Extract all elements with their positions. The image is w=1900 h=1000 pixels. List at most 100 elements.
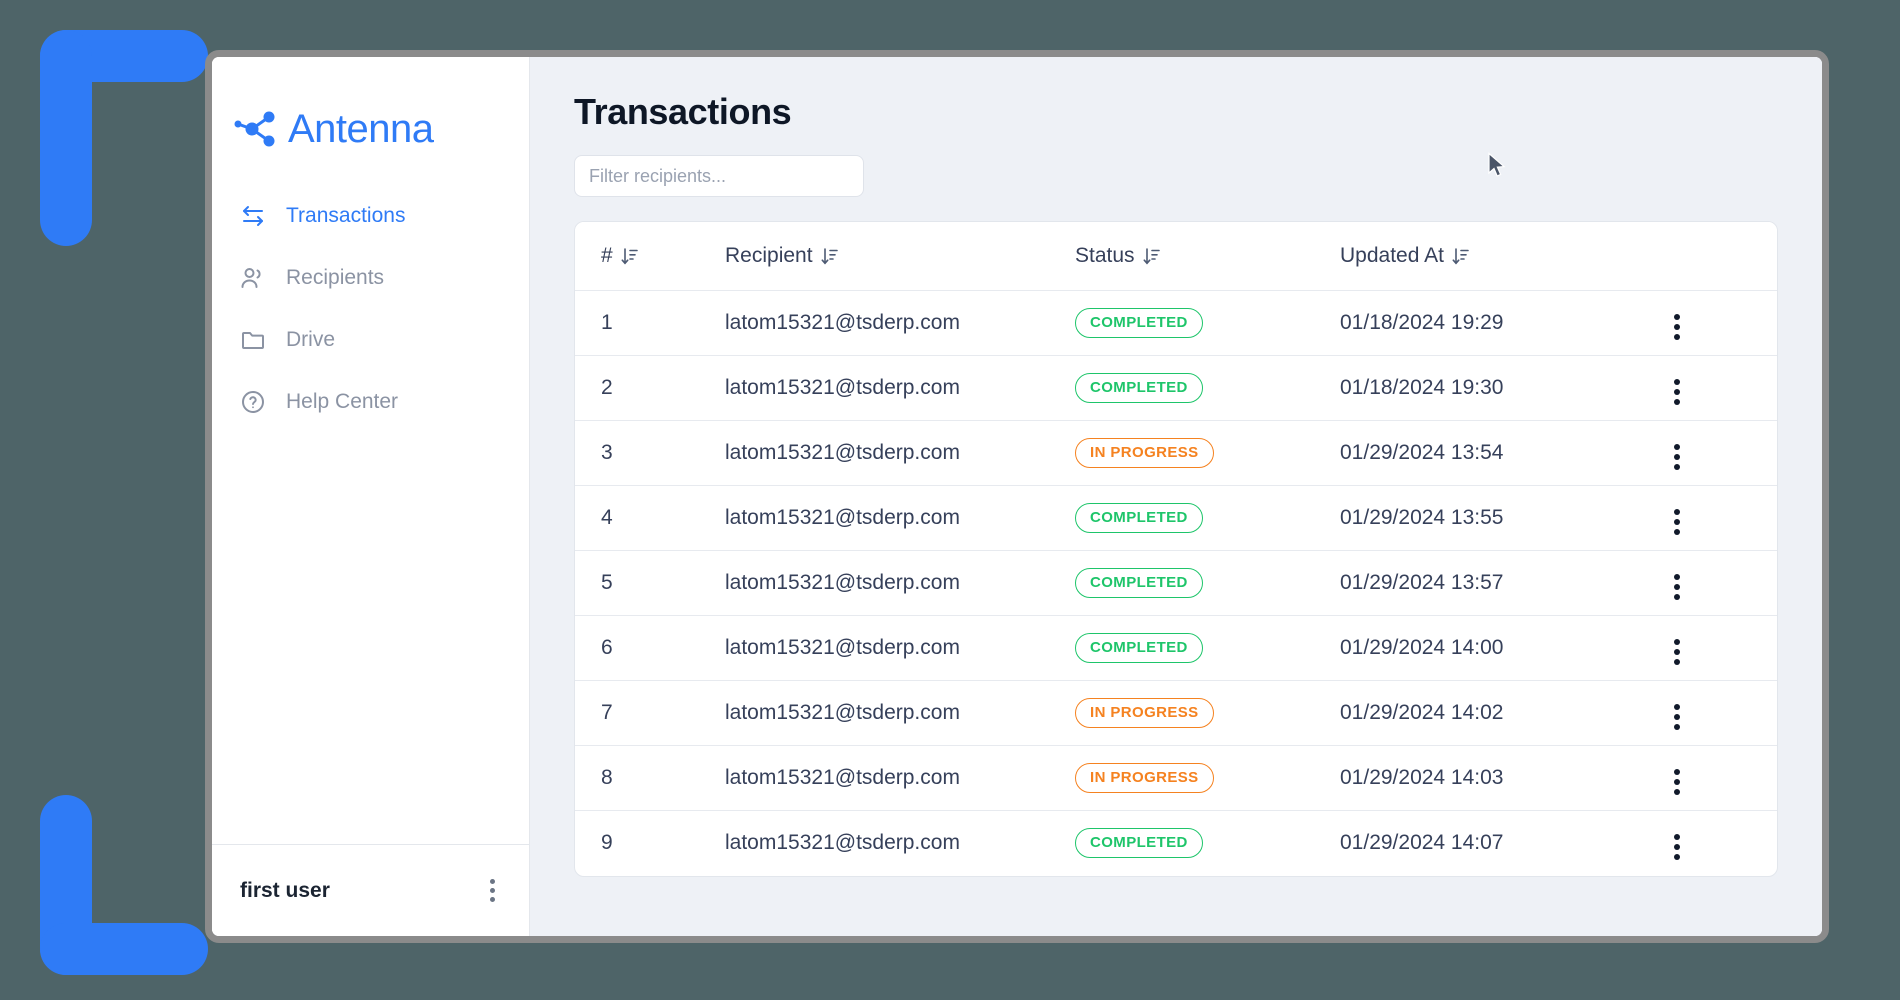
column-header-number[interactable]: # [575, 222, 725, 291]
table-body: 1 latom15321@tsderp.com COMPLETED 01/18/202… [575, 290, 1777, 876]
row-menu-kebab-icon[interactable] [1670, 440, 1684, 474]
sidebar-item-label: Recipients [286, 266, 385, 289]
user-menu-kebab-icon[interactable] [486, 875, 499, 906]
table-row[interactable]: 5 latom15321@tsderp.com COMPLETED 01/29/202… [575, 550, 1777, 616]
status-badge: IN PROGRESS [1075, 438, 1214, 468]
sidebar-item-help-center[interactable]: Help Center [212, 371, 529, 433]
cell-actions [1670, 290, 1777, 356]
cell-recipient: latom15321@tsderp.com [725, 831, 960, 855]
table-row[interactable]: 2 latom15321@tsderp.com COMPLETED 01/18/202… [575, 355, 1777, 421]
table-header-row: # Recipient Status Updated At [575, 222, 1777, 291]
cell-status: COMPLETED [1075, 290, 1340, 356]
cell-updated-at: 01/29/2024 14:00 [1340, 615, 1670, 681]
cell-updated-at: 01/29/2024 13:55 [1340, 485, 1670, 551]
cell-number: 4 [575, 485, 725, 551]
cell-actions [1670, 680, 1777, 746]
question-circle-icon [242, 391, 264, 413]
sidebar-item-recipients[interactable]: Recipients [212, 247, 529, 309]
sidebar-item-transactions[interactable]: Transactions [212, 185, 529, 247]
column-header-status[interactable]: Status [1075, 222, 1340, 291]
column-header-label: Recipient [725, 244, 813, 267]
app-window: Antenna Transactions Recipients Drive He… [205, 50, 1829, 943]
column-header-label: # [601, 244, 613, 267]
sidebar-item-label: Transactions [286, 204, 406, 227]
row-menu-kebab-icon[interactable] [1670, 700, 1684, 734]
column-header-recipient[interactable]: Recipient [725, 222, 1075, 291]
cell-status: COMPLETED [1075, 355, 1340, 421]
row-menu-kebab-icon[interactable] [1670, 830, 1684, 864]
table-row[interactable]: 9 latom15321@tsderp.com COMPLETED 01/29/202… [575, 811, 1777, 876]
cell-status: IN PROGRESS [1075, 680, 1340, 746]
table-row[interactable]: 7 latom15321@tsderp.com IN PROGRESS 01/29/2… [575, 680, 1777, 746]
cell-recipient: latom15321@tsderp.com [725, 615, 1075, 681]
table-row[interactable]: 1 latom15321@tsderp.com COMPLETED 01/18/202… [575, 290, 1777, 356]
sidebar-user-footer[interactable]: first user [212, 844, 529, 936]
status-badge: IN PROGRESS [1075, 763, 1214, 793]
sort-descending-icon [621, 247, 638, 265]
brand-logo[interactable]: Antenna [212, 57, 529, 167]
status-badge: COMPLETED [1075, 503, 1203, 533]
cell-status: COMPLETED [1075, 615, 1340, 681]
sort-descending-icon [1143, 247, 1160, 265]
sidebar-item-label: Drive [286, 328, 336, 351]
brand-name: Antenna [288, 107, 434, 151]
cell-actions [1670, 811, 1777, 876]
row-menu-kebab-icon[interactable] [1670, 570, 1684, 604]
row-menu-kebab-icon[interactable] [1670, 375, 1684, 409]
cell-number: 8 [575, 745, 725, 811]
decor-bracket-bottom-arm [40, 923, 208, 975]
cell-recipient: latom15321@tsderp.com [725, 355, 1075, 421]
cell-number: 7 [575, 680, 725, 746]
cell-updated-at: 01/29/2024 14:02 [1340, 680, 1670, 746]
column-header-updated-at[interactable]: Updated At [1340, 222, 1670, 291]
status-badge: COMPLETED [1075, 828, 1203, 859]
status-badge: IN PROGRESS [1075, 698, 1214, 728]
status-badge: COMPLETED [1075, 373, 1203, 403]
cell-number: 2 [575, 355, 725, 421]
table-row[interactable]: 8 latom15321@tsderp.com IN PROGRESS 01/29/2… [575, 745, 1777, 811]
cell-recipient: latom15321@tsderp.com [725, 485, 1075, 551]
transactions-table: # Recipient Status Updated At 1 latom153… [575, 222, 1777, 876]
sort-descending-icon [1452, 247, 1469, 265]
cell-actions [1670, 550, 1777, 616]
cell-number: 3 [575, 420, 725, 486]
cell-actions [1670, 485, 1777, 551]
sidebar-item-drive[interactable]: Drive [212, 309, 529, 371]
cell-status: COMPLETED [1075, 811, 1340, 876]
cell-status: IN PROGRESS [1075, 745, 1340, 811]
column-header-label: Status [1075, 244, 1135, 267]
main-content: Transactions # [530, 57, 1822, 936]
sidebar: Antenna Transactions Recipients Drive He… [212, 57, 530, 936]
sidebar-item-label: Help Center [286, 390, 399, 413]
cell-number: 1 [575, 290, 725, 356]
sidebar-nav: Transactions Recipients Drive Help Cente… [212, 167, 529, 844]
column-header-label: Updated At [1340, 244, 1444, 267]
status-badge: COMPLETED [1075, 633, 1203, 663]
filter-recipients-input[interactable] [574, 155, 864, 197]
sort-descending-icon [821, 247, 838, 265]
cell-recipient: latom15321@tsderp.com [725, 745, 1075, 811]
table-row[interactable]: 3 latom15321@tsderp.com IN PROGRESS 01/29/2… [575, 420, 1777, 486]
cell-status: COMPLETED [1075, 485, 1340, 551]
cell-updated-at: 01/29/2024 14:07 [1340, 831, 1504, 855]
row-menu-kebab-icon[interactable] [1670, 505, 1684, 539]
user-name: first user [240, 878, 330, 902]
transactions-table-card: # Recipient Status Updated At 1 latom153… [574, 221, 1778, 877]
folder-icon [242, 332, 264, 349]
page-title: Transactions [574, 91, 792, 132]
table-row[interactable]: 6 latom15321@tsderp.com COMPLETED 01/29/202… [575, 615, 1777, 681]
cell-status: COMPLETED [1075, 550, 1340, 616]
row-menu-kebab-icon[interactable] [1670, 310, 1684, 344]
cell-actions [1670, 420, 1777, 486]
mouse-pointer-icon [1488, 152, 1506, 177]
table-row[interactable]: 4 latom15321@tsderp.com COMPLETED 01/29/202… [575, 485, 1777, 551]
cell-status: IN PROGRESS [1075, 420, 1340, 486]
cell-recipient: latom15321@tsderp.com [725, 420, 1075, 486]
row-menu-kebab-icon[interactable] [1670, 635, 1684, 669]
cell-updated-at: 01/29/2024 13:54 [1340, 420, 1670, 486]
cell-recipient: latom15321@tsderp.com [725, 290, 1075, 356]
cell-updated-at: 01/18/2024 19:29 [1340, 290, 1670, 356]
table-header: # Recipient Status Updated At [575, 222, 1777, 291]
row-menu-kebab-icon[interactable] [1670, 765, 1684, 799]
cell-number: 6 [575, 615, 725, 681]
